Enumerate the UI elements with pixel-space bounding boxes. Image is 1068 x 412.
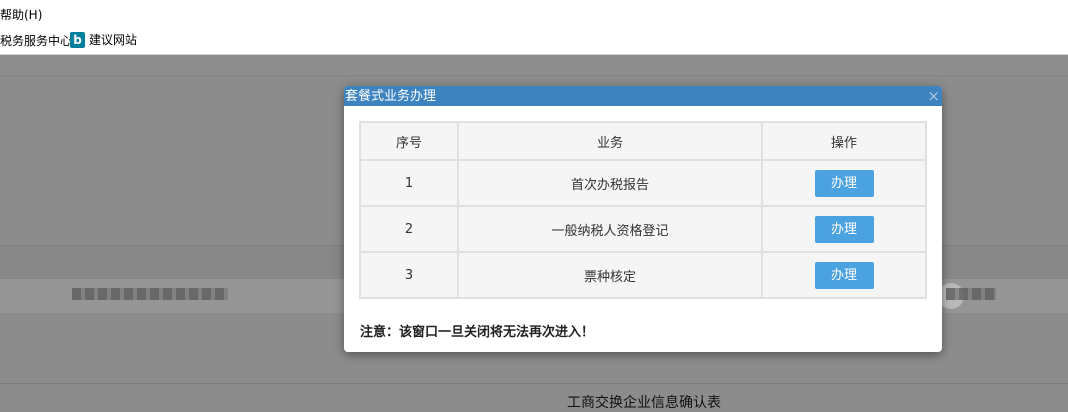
row-action-cell: 办理 (761, 251, 927, 299)
page-band (0, 55, 1068, 76)
page-divider (0, 383, 1068, 384)
handle-button[interactable]: 办理 (814, 169, 874, 197)
row-business: 票种核定 (457, 251, 763, 299)
favorite-tax-service-center[interactable]: 税务服务中心 (0, 32, 72, 49)
page-link-text: 工商交换企业信息确认表 (567, 395, 721, 411)
column-header-business: 业务 (457, 121, 763, 161)
menu-help[interactable]: 帮助(H) (0, 6, 42, 23)
close-icon[interactable]: × (927, 86, 940, 106)
row-business: 一般纳税人资格登记 (457, 205, 763, 253)
handle-button[interactable]: 办理 (814, 215, 874, 243)
dialog-title: 套餐式业务办理 (345, 89, 437, 104)
menu-bar: 帮助(H) (0, 0, 1068, 26)
row-no: 3 (359, 251, 459, 299)
dialog-notice: 注意：该窗口一旦关闭将无法再次进入！ (360, 325, 595, 340)
table-row: 1 首次办税报告 办理 (359, 159, 927, 207)
favorite-suggested-sites-label: 建议网站 (89, 33, 138, 47)
row-action-cell: 办理 (761, 205, 927, 253)
package-business-dialog: 套餐式业务办理 × 序号 业务 操作 1 首次办税报告 办理 2 一般纳税人资格… (344, 86, 942, 352)
column-header-action: 操作 (761, 121, 927, 161)
row-no: 1 (359, 159, 459, 207)
row-no: 2 (359, 205, 459, 253)
table-header-row: 序号 业务 操作 (359, 121, 927, 161)
bing-icon: b (70, 31, 85, 48)
table-row: 2 一般纳税人资格登记 办理 (359, 205, 927, 253)
column-header-no: 序号 (359, 121, 459, 161)
row-action-cell: 办理 (761, 159, 927, 207)
favorites-bar: 税务服务中心 b 建议网站 (0, 26, 1068, 55)
favorite-suggested-sites[interactable]: b 建议网站 (70, 31, 137, 48)
blurred-text (72, 288, 228, 300)
handle-button[interactable]: 办理 (814, 261, 874, 289)
table-row: 3 票种核定 办理 (359, 251, 927, 299)
row-business: 首次办税报告 (457, 159, 763, 207)
blurred-text (946, 288, 996, 300)
dialog-header: 套餐式业务办理 × (344, 86, 942, 106)
business-table: 序号 业务 操作 1 首次办税报告 办理 2 一般纳税人资格登记 办理 3 票种… (359, 121, 927, 299)
